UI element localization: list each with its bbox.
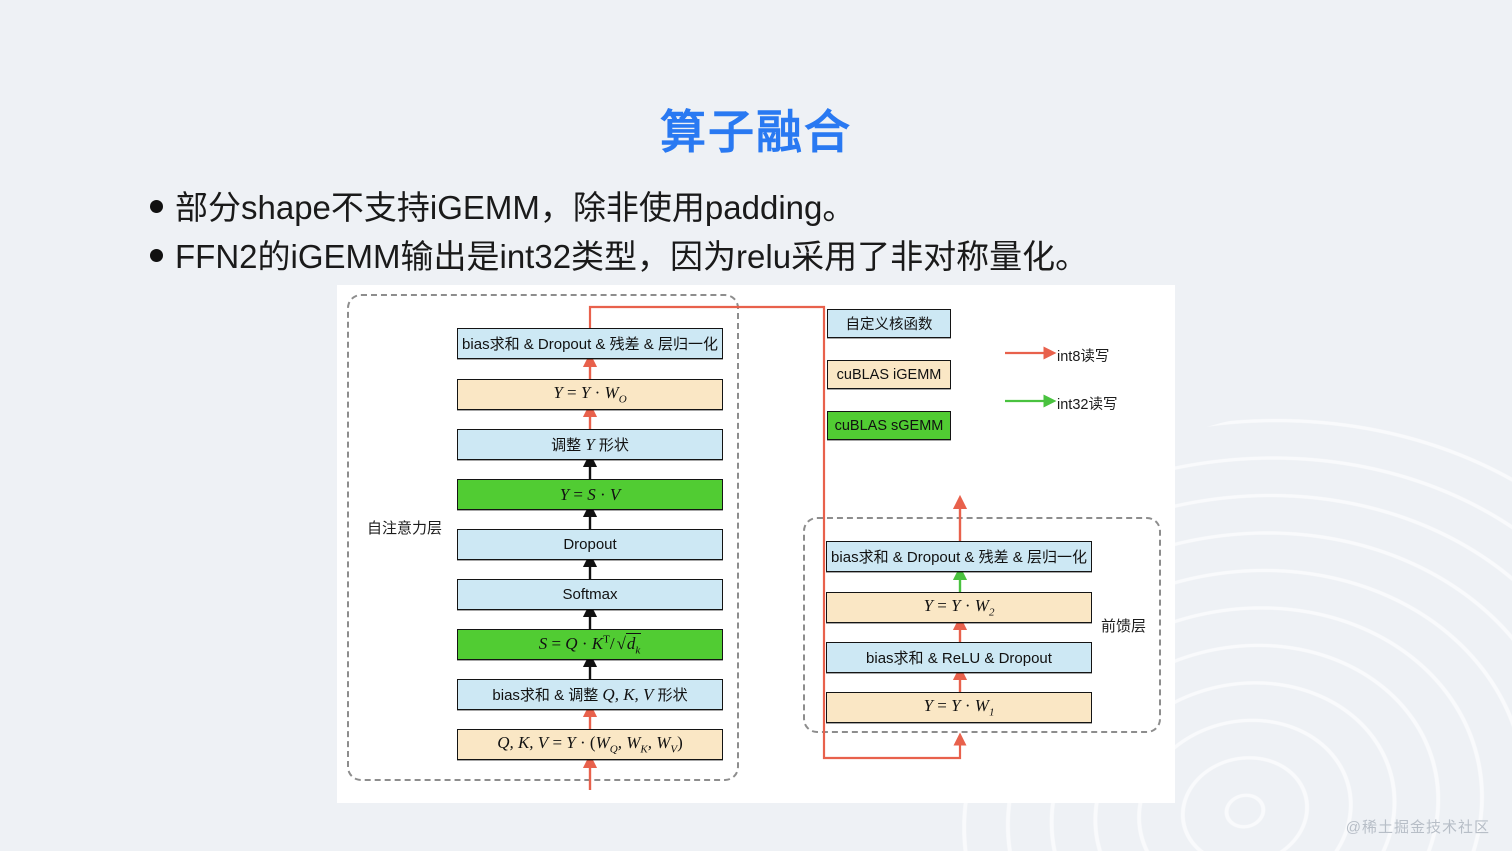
list-item: 部分shape不支持iGEMM，除非使用padding。 [150,183,1088,232]
legend-chip-label: 自定义核函数 [845,317,933,333]
legend-label-int32: int32读写 [1057,397,1118,413]
flow-box-label: bias求和 & 调整 Q, K, V 形状 [492,685,688,704]
flow-box-label: 调整 Y 形状 [551,435,629,454]
flow-box-label: Y = Y · W1 [923,696,995,719]
flow-box-attn-3[interactable]: Y = S · V [457,479,723,510]
diagram-panel: 自注意力层 前馈层 bias求和 & Dropout & 残差 & 层归一化 Y… [337,285,1175,803]
flow-box-attn-8[interactable]: Q, K, V = Y · (WQ, WK, WV) [457,729,723,760]
legend-chip-cublas-sgemm[interactable]: cuBLAS sGEMM [827,411,951,440]
page-title: 算子融合 [660,106,852,158]
flow-box-attn-5[interactable]: Softmax [457,579,723,610]
list-item: FFN2的iGEMM输出是int32类型，因为relu采用了非对称量化。 [150,232,1088,281]
flow-box-label: Y = S · V [559,484,621,504]
legend-label-int8: int8读写 [1057,349,1110,365]
legend-chip-custom-kernel[interactable]: 自定义核函数 [827,309,951,338]
slide-root: 算子融合 部分shape不支持iGEMM，除非使用padding。 FFN2的i… [0,0,1512,851]
flow-box-label: S = Q · KT/√dk [538,632,642,657]
flow-box-attn-7[interactable]: bias求和 & 调整 Q, K, V 形状 [457,679,723,710]
flow-box-attn-2[interactable]: 调整 Y 形状 [457,429,723,460]
feedforward-group-label: 前馈层 [1101,618,1147,635]
bullet-text: 部分shape不支持iGEMM，除非使用padding。 [175,189,856,226]
flow-box-ffn-0[interactable]: bias求和 & Dropout & 残差 & 层归一化 [826,541,1092,572]
flow-box-attn-1[interactable]: Y = Y · WO [457,379,723,410]
flow-box-label: bias求和 & ReLU & Dropout [866,650,1052,667]
flow-box-attn-6[interactable]: S = Q · KT/√dk [457,629,723,660]
flow-box-ffn-1[interactable]: Y = Y · W2 [826,592,1092,623]
flow-box-label: Q, K, V = Y · (WQ, WK, WV) [497,733,683,756]
flow-box-label: bias求和 & Dropout & 残差 & 层归一化 [831,549,1087,566]
legend-chip-label: cuBLAS iGEMM [836,366,942,383]
flow-box-attn-0[interactable]: bias求和 & Dropout & 残差 & 层归一化 [457,328,723,359]
flow-box-label: Dropout [563,536,617,553]
flow-box-label: Softmax [562,586,618,603]
bullet-dot-icon [150,249,163,262]
flow-box-label: Y = Y · WO [553,383,627,406]
flow-box-label: Y = Y · W2 [923,596,995,619]
bullet-list: 部分shape不支持iGEMM，除非使用padding。 FFN2的iGEMM输… [150,183,1088,281]
legend-chip-label: cuBLAS sGEMM [834,417,944,434]
flow-box-attn-4[interactable]: Dropout [457,529,723,560]
watermark: @稀土掘金技术社区 [1345,819,1490,836]
bullet-dot-icon [150,200,163,213]
legend-chip-cublas-igemm[interactable]: cuBLAS iGEMM [827,360,951,389]
attention-group-label: 自注意力层 [367,520,443,537]
flow-box-ffn-3[interactable]: Y = Y · W1 [826,692,1092,723]
flow-box-label: bias求和 & Dropout & 残差 & 层归一化 [462,336,718,353]
flow-box-ffn-2[interactable]: bias求和 & ReLU & Dropout [826,642,1092,673]
bullet-text: FFN2的iGEMM输出是int32类型，因为relu采用了非对称量化。 [175,238,1089,275]
